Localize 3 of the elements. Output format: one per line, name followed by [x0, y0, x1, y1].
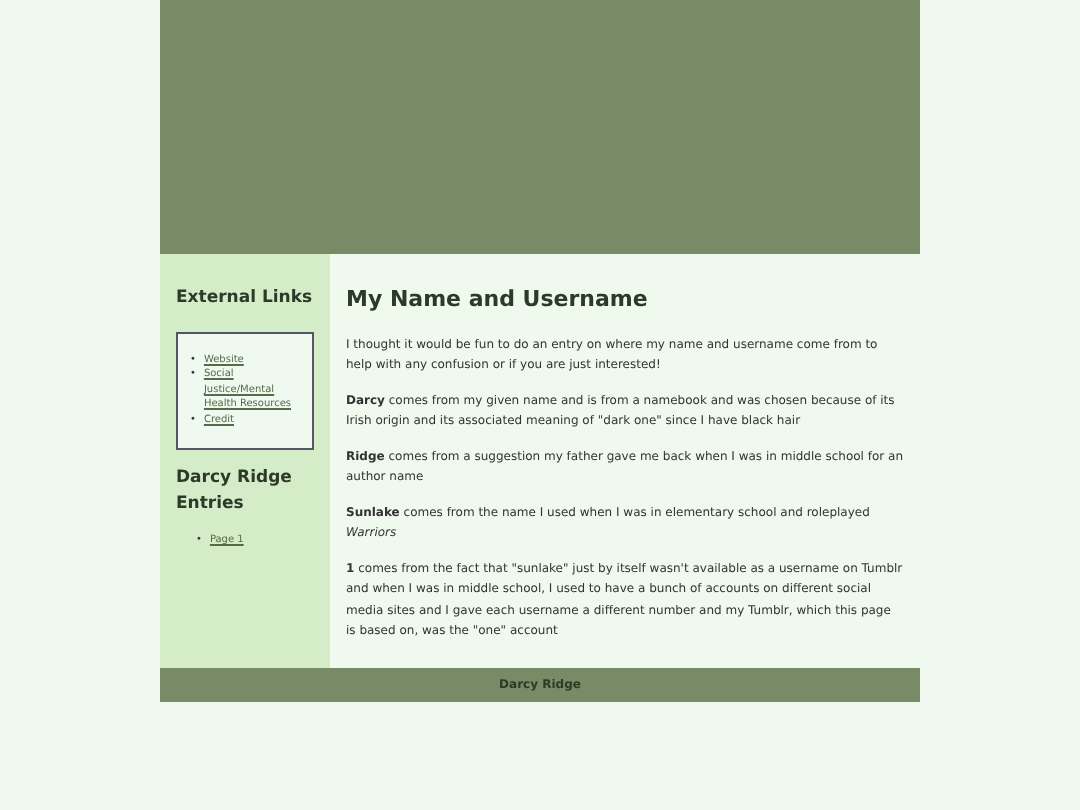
- page-title: My Name and Username: [346, 284, 650, 316]
- sidebar-heading: External Links: [176, 286, 314, 312]
- sidebar-heading: Darcy Ridge Entries: [176, 466, 294, 519]
